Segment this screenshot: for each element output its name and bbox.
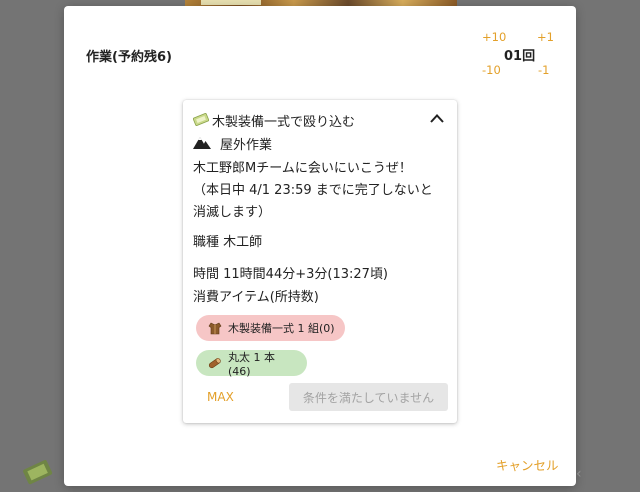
log-icon <box>208 358 221 369</box>
minus-10-button[interactable]: -10 <box>482 63 501 77</box>
cancel-button[interactable]: キャンセル <box>496 455 559 474</box>
consume-items-label: 消費アイテム(所持数) <box>193 290 319 305</box>
background-chevron-icon: ‹ <box>576 466 582 482</box>
task-description: 木工野郎Mチームに会いにいこうぜ！ （本日中 4/1 23:59 までに完了しな… <box>193 158 451 224</box>
item-chip-label: 丸太 1 本(46) <box>228 350 275 378</box>
minus-1-button[interactable]: -1 <box>538 63 549 77</box>
max-button[interactable]: MAX <box>207 390 234 404</box>
item-chip-armor: 木製装備一式 1 組(0) <box>196 315 345 341</box>
work-dialog: 作業(予約残6) +10 +1 01回 -10 -1 木製装備一式で殴り込む 屋… <box>64 6 576 486</box>
repeat-counter: +10 +1 01回 -10 -1 <box>476 28 556 84</box>
armor-icon <box>208 322 222 335</box>
task-card-header[interactable]: 木製装備一式で殴り込む <box>193 111 447 130</box>
background-ticket-icon <box>23 460 53 485</box>
description-line: 消滅します） <box>193 205 272 220</box>
task-job: 職種 木工師 <box>193 235 263 250</box>
task-card: 木製装備一式で殴り込む 屋外作業 木工野郎Mチームに会いにいこうぜ！ （本日中 … <box>183 100 457 423</box>
description-line: 木工野郎Mチームに会いにいこうぜ！ <box>193 161 412 176</box>
task-time: 時間 11時間44分+3分(13:27頃) <box>193 267 388 282</box>
chevron-up-icon[interactable] <box>429 112 445 124</box>
mountain-icon <box>193 137 211 149</box>
item-chip-log: 丸太 1 本(46) <box>196 350 307 378</box>
repeat-count: 01回 <box>504 49 536 64</box>
task-title: 木製装備一式で殴り込む <box>212 115 356 130</box>
item-chip-label: 木製装備一式 1 組(0) <box>228 322 335 335</box>
task-location-label: 屋外作業 <box>220 138 273 153</box>
ticket-icon <box>193 113 209 126</box>
dialog-title: 作業(予約残6) <box>86 50 172 65</box>
submit-button[interactable]: 条件を満たしていません <box>289 383 448 411</box>
plus-1-button[interactable]: +1 <box>537 30 554 44</box>
description-line: （本日中 4/1 23:59 までに完了しないと <box>193 183 433 198</box>
plus-10-button[interactable]: +10 <box>482 30 506 44</box>
